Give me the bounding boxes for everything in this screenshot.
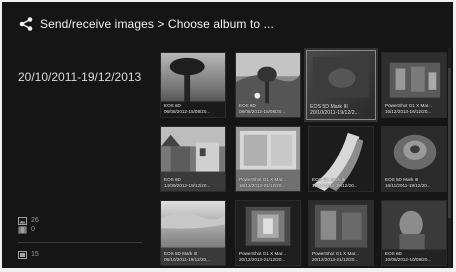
album-thumb[interactable]: EOS 6D 08/08/2012-15/08/20... (235, 52, 301, 118)
album-dates: 08/08/2012-15/08/20... (239, 108, 286, 114)
album-dates: 16/12/2013-21/12/20... (239, 182, 286, 188)
album-stats: 26 0 (18, 216, 39, 234)
camera-screen: Send/receive images > Choose album to ..… (2, 2, 453, 268)
movie-count: 0 (31, 226, 35, 233)
album-thumb[interactable]: PowerShot G1 X Mar... 16/12/2013-21/12/2… (235, 126, 301, 192)
album-caption: EOS 5D Mark III 16/11/2011-19/12/20... (385, 177, 444, 188)
album-grid: EOS 6D 06/08/2012-15/08/20... EOS 6D 08/… (158, 48, 448, 268)
scrollbar-thumb[interactable] (448, 68, 451, 218)
album-caption: EOS 5D Mark III 05/10/2011-19/12/20... (164, 251, 223, 262)
stats-divider (18, 242, 142, 243)
album-caption: PowerShot G1 X Mar... 20/12/2013-21/12/2… (239, 251, 298, 262)
album-dates: 20/12/2013-21/12/20... (312, 256, 359, 262)
album-total-row: 15 (18, 250, 39, 259)
album-dates: 16/12/2013-16/12/20... (385, 108, 432, 114)
movie-count-row: 0 (18, 225, 39, 234)
image-count-row: 26 (18, 216, 39, 225)
album-caption: EOS 6D 10/08/2012-10/08/20... (385, 251, 444, 262)
album-thumb[interactable]: EOS 6D 06/08/2012-15/08/20... (160, 52, 226, 118)
image-icon (18, 216, 27, 225)
album-thumb[interactable]: EOS 5D Mark III 16/11/2011-19/12/20... (381, 126, 447, 192)
album-dates: 14/09/2012-19/12/20... (164, 182, 211, 188)
album-thumb[interactable]: PowerShot G1 X Mar... 16/12/2013-16/12/2… (381, 52, 447, 118)
album-caption: PowerShot G1 X Mar... 16/12/2013-16/12/2… (385, 103, 444, 114)
album-caption: EOS 5D Mark III 16/11/2011-19/12/20... (312, 177, 371, 188)
album-dates: 16/11/2011-19/12/20... (312, 182, 358, 188)
album-thumb[interactable]: EOS 5D Mark III 05/10/2011-19/12/20... (160, 200, 226, 266)
album-thumb[interactable]: EOS 5D Mark III 16/11/2011-19/12/20... (308, 126, 374, 192)
album-caption: EOS 6D 06/08/2012-15/08/20... (164, 103, 223, 114)
album-dates: 16/11/2011-19/12/20... (385, 182, 431, 188)
album-dates: 06/08/2012-15/08/20... (164, 108, 211, 114)
album-caption: PowerShot G1 X Mar... 20/12/2013-21/12/2… (312, 251, 371, 262)
share-icon[interactable] (18, 16, 34, 32)
album-caption: PowerShot G1 X Mar... 16/12/2013-21/12/2… (239, 177, 298, 188)
album-icon (18, 250, 27, 259)
image-count: 26 (31, 217, 39, 224)
album-caption: EOS 5D Mark III 20/10/2011-19/12/2... (310, 104, 373, 116)
album-date-range: 20/10/2011-19/12/2013 (18, 70, 142, 84)
album-thumb[interactable]: PowerShot G1 X Mar... 20/12/2013-21/12/2… (308, 200, 374, 266)
album-thumb[interactable]: PowerShot G1 X Mar... 20/12/2013-21/12/2… (235, 200, 301, 266)
album-total: 15 (31, 251, 39, 258)
breadcrumb: Send/receive images > Choose album to ..… (40, 17, 274, 31)
album-thumb[interactable]: EOS 6D 14/09/2012-19/12/20... (160, 126, 226, 192)
album-dates: 20/10/2011-19/12/2... (310, 110, 359, 116)
header-bar: Send/receive images > Choose album to ..… (2, 2, 453, 46)
album-dates: 10/08/2012-10/08/20... (385, 256, 432, 262)
album-dates: 20/12/2013-21/12/20... (239, 256, 286, 262)
album-dates: 05/10/2011-19/12/20... (164, 256, 210, 262)
album-caption: EOS 6D 08/08/2012-15/08/20... (239, 103, 298, 114)
album-thumb[interactable]: EOS 6D 10/08/2012-10/08/20... (381, 200, 447, 266)
album-thumb-selected[interactable]: EOS 5D Mark III 20/10/2011-19/12/2... (306, 50, 376, 120)
album-caption: EOS 6D 14/09/2012-19/12/20... (164, 177, 223, 188)
movie-icon (18, 226, 27, 233)
scrollbar[interactable] (448, 48, 451, 268)
